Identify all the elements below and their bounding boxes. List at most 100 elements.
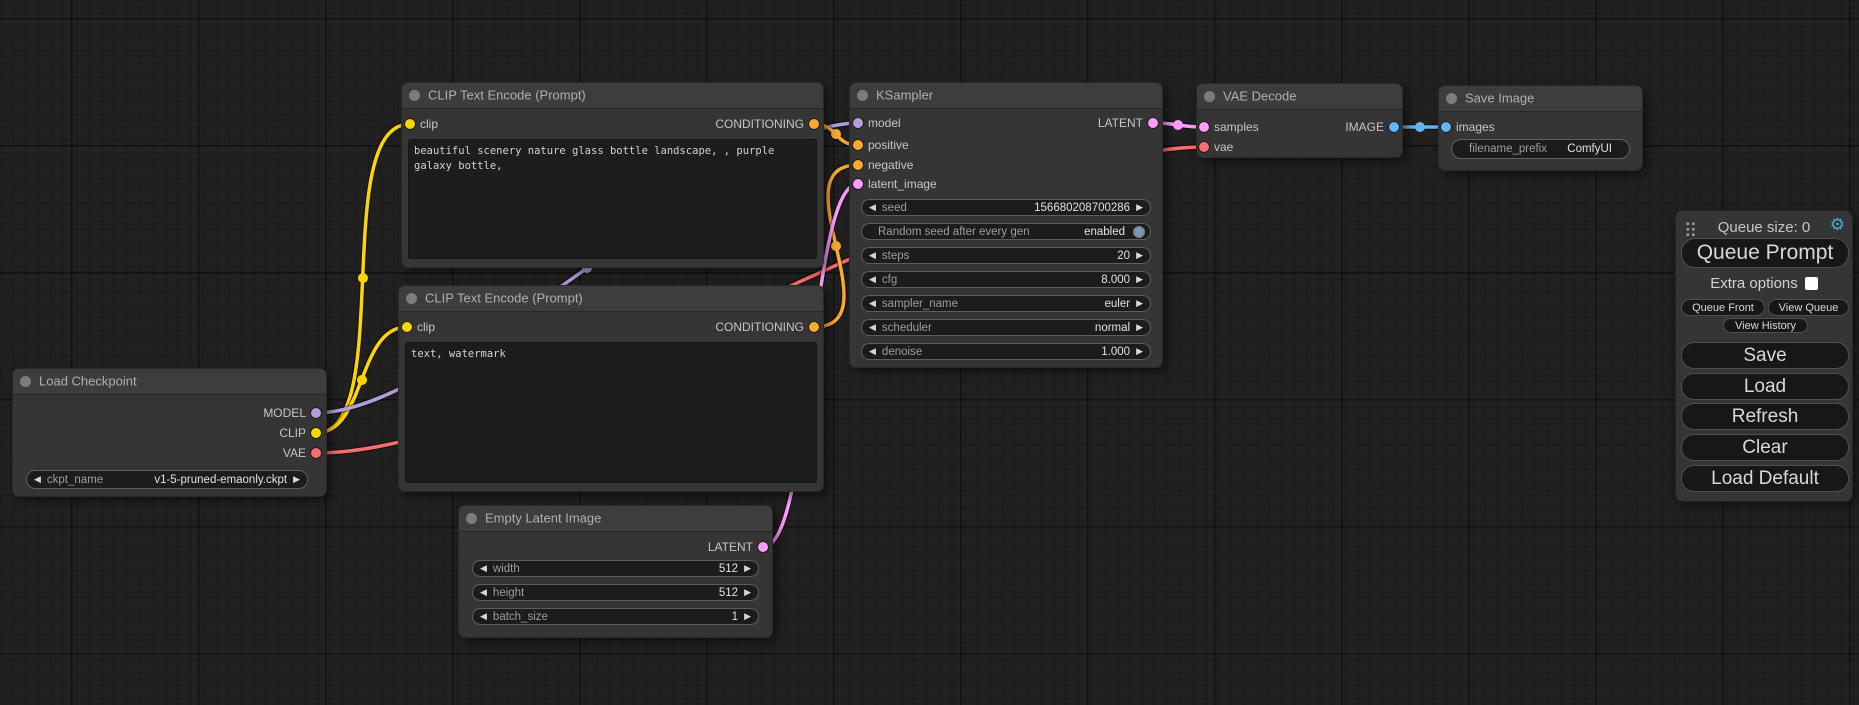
batch-size-widget-decrement-arrow[interactable]: ◀: [480, 612, 487, 621]
vae-input-label: vae: [1214, 140, 1233, 154]
filename-prefix-widget-label: filename_prefix: [1469, 143, 1547, 155]
samples-input-dot[interactable]: [1199, 122, 1209, 132]
clear-button[interactable]: Clear: [1681, 434, 1849, 461]
steps-widget[interactable]: ◀steps20▶: [861, 247, 1151, 264]
negative-input-dot[interactable]: [853, 160, 863, 170]
negative-clip-input-dot[interactable]: [402, 322, 412, 332]
cfg-widget-label: cfg: [882, 274, 897, 286]
width-widget[interactable]: ◀width512▶: [472, 560, 759, 577]
empty-latent-image-node-titlebar[interactable]: Empty Latent Image: [459, 506, 772, 532]
denoise-widget-label: denoise: [882, 346, 922, 358]
cfg-widget[interactable]: ◀cfg8.000▶: [861, 271, 1151, 288]
vae-output-dot[interactable]: [311, 448, 321, 458]
clip-output-dot[interactable]: [311, 428, 321, 438]
random-seed-toggle-knob[interactable]: [1133, 226, 1145, 238]
width-widget-decrement-arrow[interactable]: ◀: [480, 564, 487, 573]
vae-decode-node-collapse-dot[interactable]: [1204, 91, 1215, 102]
scheduler-widget-increment-arrow[interactable]: ▶: [1136, 323, 1143, 332]
empty-latent-output-label: LATENT: [708, 540, 753, 554]
ksampler-node-titlebar[interactable]: KSampler: [850, 83, 1162, 109]
settings-gear-icon[interactable]: ⚙: [1830, 215, 1845, 235]
view-queue-button[interactable]: View Queue: [1768, 299, 1849, 316]
batch-size-widget[interactable]: ◀batch_size1▶: [472, 608, 759, 625]
images-input-dot[interactable]: [1441, 122, 1451, 132]
queue-prompt-button[interactable]: Queue Prompt: [1681, 238, 1849, 268]
load-checkpoint-node-titlebar[interactable]: Load Checkpoint: [13, 369, 326, 395]
cfg-widget-decrement-arrow[interactable]: ◀: [869, 275, 876, 284]
steps-widget-increment-arrow[interactable]: ▶: [1136, 251, 1143, 260]
extra-options-checkbox[interactable]: [1805, 277, 1818, 290]
negative-clip-input-label: clip: [417, 320, 435, 334]
vae-output-label: VAE: [283, 446, 306, 460]
ckpt-name-widget[interactable]: ◀ckpt_namev1-5-pruned-emaonly.ckpt▶: [26, 470, 308, 489]
image-wire-midpoint-dot: [1415, 122, 1425, 132]
steps-widget-decrement-arrow[interactable]: ◀: [869, 251, 876, 260]
node-graph-canvas[interactable]: Queue size: 0 ⚙ Queue Prompt Extra optio…: [0, 0, 1859, 705]
height-widget-decrement-arrow[interactable]: ◀: [480, 588, 487, 597]
sampler-name-widget[interactable]: ◀sampler_nameeuler▶: [861, 295, 1151, 312]
vae-decode-node-titlebar[interactable]: VAE Decode: [1197, 84, 1402, 110]
height-widget-increment-arrow[interactable]: ▶: [744, 588, 751, 597]
model-input-dot[interactable]: [853, 118, 863, 128]
queue-size-label: Queue size: 0: [1676, 219, 1852, 236]
empty-latent-image-node-collapse-dot[interactable]: [466, 513, 477, 524]
width-widget-increment-arrow[interactable]: ▶: [744, 564, 751, 573]
denoise-widget-decrement-arrow[interactable]: ◀: [869, 347, 876, 356]
save-image-node-collapse-dot[interactable]: [1446, 93, 1457, 104]
latent-image-input-dot[interactable]: [853, 179, 863, 189]
empty-latent-image-node-title-text: Empty Latent Image: [485, 511, 601, 526]
seed-widget-decrement-arrow[interactable]: ◀: [869, 203, 876, 212]
queue-menu-panel: Queue size: 0 ⚙ Queue Prompt Extra optio…: [1675, 210, 1853, 502]
negative-conditioning-output-label: CONDITIONING: [715, 320, 804, 334]
load-checkpoint-node-collapse-dot[interactable]: [20, 376, 31, 387]
seed-widget-increment-arrow[interactable]: ▶: [1136, 203, 1143, 212]
ckpt-name-widget-increment-arrow[interactable]: ▶: [293, 475, 300, 484]
height-widget[interactable]: ◀height512▶: [472, 584, 759, 601]
seed-widget[interactable]: ◀seed156680208700286▶: [861, 199, 1151, 216]
save-button[interactable]: Save: [1681, 342, 1849, 369]
clip-text-encode-negative-node-collapse-dot[interactable]: [406, 293, 417, 304]
clip-text-encode-positive-node-title-text: CLIP Text Encode (Prompt): [428, 88, 586, 103]
extra-options-row: Extra options: [1676, 275, 1852, 292]
negative-input-label: negative: [868, 158, 913, 172]
scheduler-widget[interactable]: ◀schedulernormal▶: [861, 319, 1151, 336]
ckpt-name-widget-decrement-arrow[interactable]: ◀: [34, 475, 41, 484]
save-image-node-titlebar[interactable]: Save Image: [1439, 86, 1642, 112]
cfg-widget-increment-arrow[interactable]: ▶: [1136, 275, 1143, 284]
image-output-label: IMAGE: [1345, 120, 1384, 134]
latent-output-dot[interactable]: [1148, 118, 1158, 128]
image-output-dot[interactable]: [1389, 122, 1399, 132]
negative-conditioning-wire-midpoint-dot: [831, 241, 841, 251]
sampler-name-widget-decrement-arrow[interactable]: ◀: [869, 299, 876, 308]
random-seed-toggle[interactable]: Random seed after every genenabled: [861, 223, 1151, 240]
empty-latent-output-dot[interactable]: [758, 542, 768, 552]
load-button[interactable]: Load: [1681, 373, 1849, 400]
negative-prompt-textarea[interactable]: text, watermark: [405, 342, 817, 483]
clip-text-encode-positive-node-titlebar[interactable]: CLIP Text Encode (Prompt): [402, 83, 823, 109]
width-widget-label: width: [493, 563, 520, 575]
clip-text-encode-negative-node-titlebar[interactable]: CLIP Text Encode (Prompt): [399, 286, 823, 312]
queue-front-button[interactable]: Queue Front: [1681, 299, 1765, 316]
positive-prompt-textarea[interactable]: beautiful scenery nature glass bottle la…: [408, 139, 817, 259]
negative-conditioning-output-dot[interactable]: [809, 322, 819, 332]
ksampler-node-collapse-dot[interactable]: [857, 90, 868, 101]
filename-prefix-widget[interactable]: filename_prefixComfyUI: [1451, 139, 1630, 159]
denoise-widget[interactable]: ◀denoise1.000▶: [861, 343, 1151, 360]
vae-input-dot[interactable]: [1199, 142, 1209, 152]
view-history-button[interactable]: View History: [1723, 318, 1808, 333]
scheduler-widget-decrement-arrow[interactable]: ◀: [869, 323, 876, 332]
batch-size-widget-increment-arrow[interactable]: ▶: [744, 612, 751, 621]
images-input-label: images: [1456, 120, 1495, 134]
refresh-button[interactable]: Refresh: [1681, 403, 1849, 430]
model-output-dot[interactable]: [311, 408, 321, 418]
batch-size-widget-value: 1: [554, 611, 738, 623]
positive-conditioning-output-dot[interactable]: [809, 119, 819, 129]
clip-text-encode-positive-node-collapse-dot[interactable]: [409, 90, 420, 101]
positive-input-dot[interactable]: [853, 140, 863, 150]
denoise-widget-increment-arrow[interactable]: ▶: [1136, 347, 1143, 356]
load-default-button[interactable]: Load Default: [1681, 465, 1849, 492]
positive-clip-input-dot[interactable]: [405, 119, 415, 129]
ksampler-node-title-text: KSampler: [876, 88, 933, 103]
ckpt-name-widget-value: v1-5-pruned-emaonly.ckpt: [109, 474, 287, 486]
sampler-name-widget-increment-arrow[interactable]: ▶: [1136, 299, 1143, 308]
